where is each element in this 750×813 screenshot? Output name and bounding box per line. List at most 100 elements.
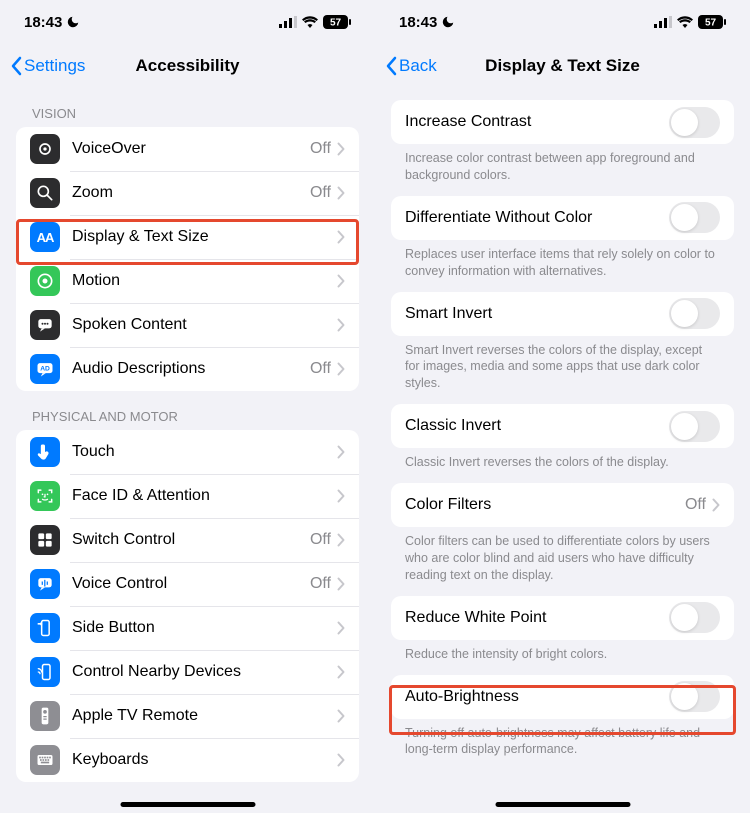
group-increase-contrast: Increase Contrast xyxy=(391,100,734,144)
status-time: 18:43 xyxy=(399,14,437,31)
toggle-classic-invert[interactable] xyxy=(669,411,720,442)
dnd-moon-icon xyxy=(441,15,455,29)
chevron-right-icon xyxy=(337,274,345,288)
status-bar: 18:43 57 xyxy=(0,0,375,44)
row-increase-contrast[interactable]: Increase Contrast xyxy=(391,100,734,144)
signal-icon xyxy=(654,16,672,28)
footer-smart-invert: Smart Invert reverses the colors of the … xyxy=(375,336,750,405)
chevron-right-icon xyxy=(337,318,345,332)
group-diff-color: Differentiate Without Color xyxy=(391,196,734,240)
chevron-left-icon xyxy=(385,56,397,76)
toggle-diff-color[interactable] xyxy=(669,202,720,233)
row-zoom[interactable]: ZoomOff xyxy=(16,171,359,215)
svg-text:57: 57 xyxy=(705,18,717,29)
row-label: Reduce White Point xyxy=(405,609,669,627)
chevron-right-icon xyxy=(337,753,345,767)
chevron-right-icon xyxy=(337,533,345,547)
row-label: Apple TV Remote xyxy=(72,707,337,725)
voice-icon xyxy=(30,569,60,599)
row-label: Smart Invert xyxy=(405,305,669,323)
content-scroll[interactable]: Increase ContrastIncrease color contrast… xyxy=(375,88,750,793)
section-header-physical: PHYSICAL AND MOTOR xyxy=(0,391,375,430)
back-button[interactable]: Settings xyxy=(10,56,85,76)
vision-group: VoiceOverOffZoomOff AA Display & Text Size… xyxy=(16,127,359,391)
row-keyboards[interactable]: Keyboards xyxy=(16,738,359,782)
row-classic-invert[interactable]: Classic Invert xyxy=(391,404,734,448)
row-motion[interactable]: Motion xyxy=(16,259,359,303)
row-switch-control[interactable]: Switch ControlOff xyxy=(16,518,359,562)
row-value: Off xyxy=(310,575,331,593)
group-smart-invert: Smart Invert xyxy=(391,292,734,336)
row-reduce-white[interactable]: Reduce White Point xyxy=(391,596,734,640)
row-label: Color Filters xyxy=(405,496,685,514)
row-label: Keyboards xyxy=(72,751,337,769)
signal-icon xyxy=(279,16,297,28)
toggle-smart-invert[interactable] xyxy=(669,298,720,329)
row-label: Display & Text Size xyxy=(72,228,337,246)
row-side-button[interactable]: Side Button xyxy=(16,606,359,650)
row-spoken-content[interactable]: Spoken Content xyxy=(16,303,359,347)
right-phone: 18:43 57 Back Display & Text Size Increa… xyxy=(375,0,750,813)
row-label: Audio Descriptions xyxy=(72,360,310,378)
chevron-right-icon xyxy=(712,498,720,512)
toggle-auto-brightness[interactable] xyxy=(669,681,720,712)
toggle-reduce-white[interactable] xyxy=(669,602,720,633)
home-indicator[interactable] xyxy=(495,802,630,807)
nav-bar: Settings Accessibility xyxy=(0,44,375,88)
physical-group: TouchFace ID & AttentionSwitch ControlOf… xyxy=(16,430,359,782)
row-nearby[interactable]: Control Nearby Devices xyxy=(16,650,359,694)
group-classic-invert: Classic Invert xyxy=(391,404,734,448)
keyboard-icon xyxy=(30,745,60,775)
row-voice-control[interactable]: Voice ControlOff xyxy=(16,562,359,606)
group-reduce-white: Reduce White Point xyxy=(391,596,734,640)
home-indicator[interactable] xyxy=(120,802,255,807)
row-label: Face ID & Attention xyxy=(72,487,337,505)
svg-text:57: 57 xyxy=(330,18,342,29)
row-label: Side Button xyxy=(72,619,337,637)
footer-reduce-white: Reduce the intensity of bright colors. xyxy=(375,640,750,675)
row-label: Switch Control xyxy=(72,531,310,549)
battery-icon: 57 xyxy=(698,15,726,29)
row-voiceover[interactable]: VoiceOverOff xyxy=(16,127,359,171)
chevron-right-icon xyxy=(337,621,345,635)
aa-icon: AA xyxy=(30,222,60,252)
toggle-increase-contrast[interactable] xyxy=(669,107,720,138)
row-touch[interactable]: Touch xyxy=(16,430,359,474)
chevron-left-icon xyxy=(10,56,22,76)
row-faceid[interactable]: Face ID & Attention xyxy=(16,474,359,518)
chevron-right-icon xyxy=(337,709,345,723)
chevron-right-icon xyxy=(337,577,345,591)
row-apple-tv[interactable]: Apple TV Remote xyxy=(16,694,359,738)
back-button[interactable]: Back xyxy=(385,56,437,76)
wifi-icon xyxy=(302,16,318,28)
footer-diff-color: Replaces user interface items that rely … xyxy=(375,240,750,292)
svg-text:AD: AD xyxy=(40,366,50,373)
ad-icon: AD xyxy=(30,354,60,384)
row-color-filters[interactable]: Color FiltersOff xyxy=(391,483,734,527)
bubble-icon xyxy=(30,310,60,340)
status-time: 18:43 xyxy=(24,14,62,31)
content-scroll[interactable]: VISION VoiceOverOffZoomOffAADisplay & Te… xyxy=(0,88,375,793)
row-auto-brightness[interactable]: Auto-Brightness xyxy=(391,675,734,719)
faceid-icon xyxy=(30,481,60,511)
group-auto-brightness: Auto-Brightness xyxy=(391,675,734,719)
footer-auto-brightness: Turning off auto-brightness may affect b… xyxy=(375,719,750,771)
row-label: Motion xyxy=(72,272,337,290)
battery-icon: 57 xyxy=(323,15,351,29)
row-display-text[interactable]: AA Display & Text Size xyxy=(16,215,359,259)
touch-icon xyxy=(30,437,60,467)
switch-icon xyxy=(30,525,60,555)
row-audio-desc[interactable]: ADAudio DescriptionsOff xyxy=(16,347,359,391)
footer-color-filters: Color filters can be used to differentia… xyxy=(375,527,750,596)
chevron-right-icon xyxy=(337,445,345,459)
footer-increase-contrast: Increase color contrast between app fore… xyxy=(375,144,750,196)
remote-icon xyxy=(30,701,60,731)
zoom-icon xyxy=(30,178,60,208)
chevron-right-icon xyxy=(337,665,345,679)
row-label: Touch xyxy=(72,443,337,461)
row-diff-color[interactable]: Differentiate Without Color xyxy=(391,196,734,240)
nav-bar: Back Display & Text Size xyxy=(375,44,750,88)
group-color-filters: Color FiltersOff xyxy=(391,483,734,527)
wifi-icon xyxy=(677,16,693,28)
row-smart-invert[interactable]: Smart Invert xyxy=(391,292,734,336)
